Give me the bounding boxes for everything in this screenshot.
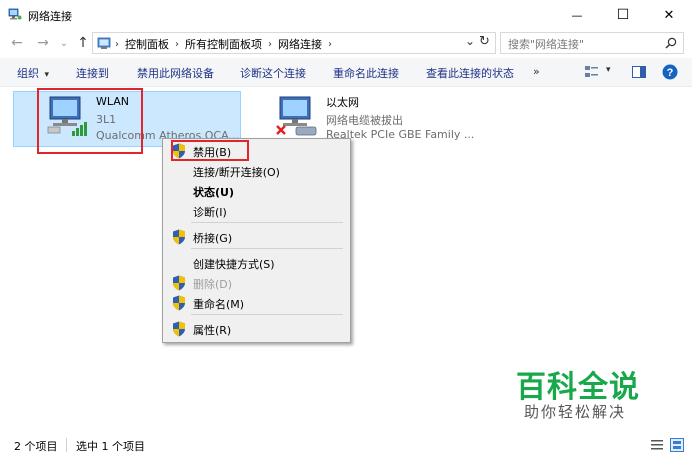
- network-connections-icon: [8, 8, 22, 20]
- change-view-button[interactable]: ▾: [584, 65, 614, 79]
- menu-item-label: 重命名(M): [193, 298, 245, 311]
- disable-device-button[interactable]: 禁用此网络设备: [137, 65, 214, 81]
- watermark-subtitle: 助你轻松解决: [524, 403, 627, 421]
- menu-item-create-shortcut[interactable]: 创建快捷方式(S): [163, 253, 350, 273]
- preview-pane-icon[interactable]: [632, 66, 646, 78]
- breadcrumb-separator[interactable]: ›: [268, 39, 272, 50]
- menu-item-label: 删除(D): [193, 278, 233, 291]
- up-button[interactable]: ↑: [74, 34, 92, 52]
- breadcrumb-control-panel[interactable]: 控制面板: [125, 36, 169, 52]
- large-icons-view-icon[interactable]: [670, 438, 684, 452]
- maximize-icon: ☐: [616, 7, 630, 23]
- navigation-bar: ← → ⌄ ↑ › 控制面板 › 所有控制面板项 › 网络连接 › ⌄ ↻ 搜索…: [0, 30, 692, 56]
- breadcrumb-separator[interactable]: ›: [328, 39, 332, 50]
- menu-item-disable[interactable]: 禁用(B): [163, 140, 350, 161]
- menu-item-status[interactable]: 状态(U): [163, 181, 350, 201]
- ethernet-adapter-icon: [276, 96, 317, 136]
- help-icon[interactable]: ?: [662, 64, 678, 80]
- title-bar: 网络连接 — ☐ ✕: [0, 0, 692, 30]
- command-bar: 组织 ▾ 连接到 禁用此网络设备 诊断这个连接 重命名此连接 查看此连接的状态 …: [0, 58, 692, 87]
- minimize-icon: —: [571, 8, 583, 22]
- forward-arrow-icon: →: [37, 35, 49, 51]
- close-button[interactable]: ✕: [646, 0, 692, 30]
- menu-item-connect-disconnect[interactable]: 连接/断开连接(O): [163, 161, 350, 181]
- menu-item-label: 诊断(I): [193, 206, 227, 219]
- item-count: 2 个项目: [14, 440, 58, 453]
- chevron-down-icon: ⌄: [59, 37, 69, 49]
- uac-shield-icon: [172, 275, 186, 291]
- view-status-button[interactable]: 查看此连接的状态: [426, 65, 514, 81]
- watermark-title: 百科全说: [516, 370, 640, 405]
- up-arrow-icon: ↑: [77, 35, 89, 51]
- address-dropdown-icon[interactable]: ⌄: [465, 34, 475, 48]
- menu-item-properties[interactable]: 属性(R): [163, 319, 350, 339]
- diagnose-button[interactable]: 诊断这个连接: [240, 65, 306, 81]
- maximize-button[interactable]: ☐: [600, 0, 646, 30]
- svg-text:?: ?: [667, 67, 674, 79]
- connection-name: 以太网: [326, 96, 359, 109]
- uac-shield-icon: [172, 295, 186, 311]
- menu-item-label: 连接/断开连接(O): [193, 166, 280, 179]
- wlan-adapter-icon: [47, 96, 87, 136]
- menu-item-rename[interactable]: 重命名(M): [163, 293, 350, 313]
- view-options-icon: [585, 66, 598, 77]
- more-commands-button[interactable]: »: [533, 65, 540, 78]
- forward-button[interactable]: →: [34, 34, 52, 52]
- status-divider: [66, 438, 67, 452]
- address-bar[interactable]: › 控制面板 › 所有控制面板项 › 网络连接 › ⌄ ↻: [92, 32, 496, 54]
- organize-button[interactable]: 组织 ▾: [17, 65, 49, 81]
- menu-item-label: 创建快捷方式(S): [193, 258, 275, 271]
- search-input[interactable]: 搜索"网络连接": [508, 36, 584, 52]
- refresh-icon[interactable]: ↻: [479, 34, 490, 49]
- connection-status: 网络电缆被拔出: [326, 114, 403, 127]
- menu-item-delete: 删除(D): [163, 273, 350, 293]
- search-icon[interactable]: [665, 37, 677, 49]
- search-box[interactable]: 搜索"网络连接": [500, 32, 684, 54]
- menu-item-label: 状态(U): [193, 186, 234, 199]
- breadcrumb: › 控制面板 › 所有控制面板项 › 网络连接 ›: [115, 36, 332, 52]
- highlight-box: [171, 140, 249, 161]
- recent-locations-button[interactable]: ⌄: [58, 34, 70, 52]
- organize-label: 组织: [17, 67, 39, 80]
- context-menu: 禁用(B) 连接/断开连接(O) 状态(U) 诊断(I) 桥接(G) 创建快捷方式(S) 删…: [162, 138, 351, 343]
- back-button[interactable]: ←: [8, 34, 26, 52]
- window-title: 网络连接: [28, 10, 72, 23]
- menu-separator: [191, 248, 343, 249]
- connect-to-button[interactable]: 连接到: [76, 65, 109, 81]
- breadcrumb-all-items[interactable]: 所有控制面板项: [185, 36, 262, 52]
- back-arrow-icon: ←: [11, 35, 23, 51]
- chevron-down-icon: ▾: [606, 65, 611, 75]
- breadcrumb-separator: ›: [115, 38, 119, 50]
- rename-button[interactable]: 重命名此连接: [333, 65, 399, 81]
- uac-shield-icon: [172, 321, 186, 337]
- details-view-icon[interactable]: [650, 438, 664, 452]
- menu-item-bridge[interactable]: 桥接(G): [163, 227, 350, 247]
- connection-item-ethernet[interactable]: 以太网 网络电缆被拔出 Realtek PCIe GBE Family ...: [272, 91, 498, 145]
- status-bar: 2 个项目 选中 1 个项目: [0, 434, 692, 456]
- breadcrumb-network-connections[interactable]: 网络连接: [278, 36, 322, 52]
- menu-item-label: 桥接(G): [193, 232, 233, 245]
- control-panel-icon: [97, 37, 111, 49]
- menu-separator: [191, 222, 343, 223]
- menu-item-diagnose[interactable]: 诊断(I): [163, 201, 350, 221]
- menu-separator: [191, 314, 343, 315]
- minimize-button[interactable]: —: [554, 0, 600, 30]
- close-icon: ✕: [663, 7, 675, 23]
- breadcrumb-separator[interactable]: ›: [175, 39, 179, 50]
- chevron-down-icon: ▾: [44, 70, 50, 80]
- menu-item-label: 属性(R): [193, 324, 232, 337]
- uac-shield-icon: [172, 229, 186, 245]
- selected-count: 选中 1 个项目: [76, 440, 145, 453]
